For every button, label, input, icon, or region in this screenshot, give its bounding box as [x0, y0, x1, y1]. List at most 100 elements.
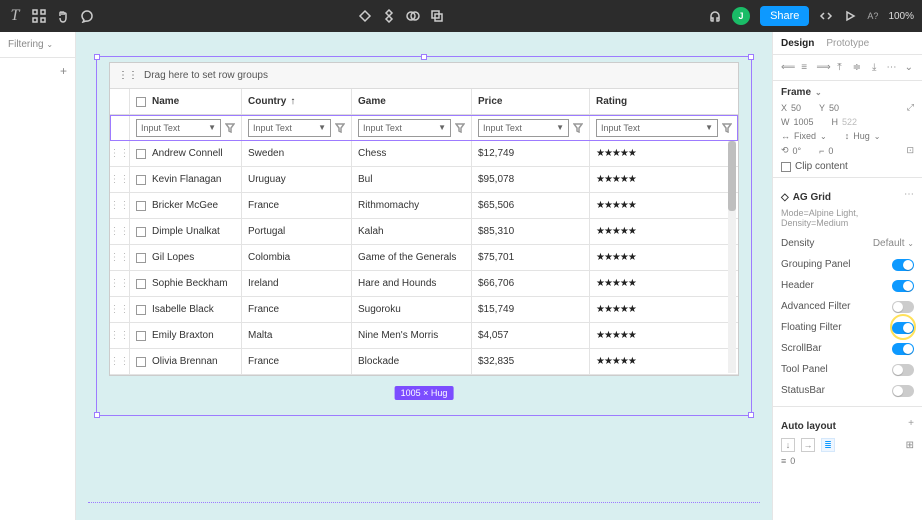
alignment-box-icon[interactable]: ⊞ — [906, 440, 914, 451]
row-drag-handle[interactable]: ⋮⋮ — [110, 323, 130, 348]
auto-layout-add-icon[interactable]: + — [908, 418, 914, 429]
share-button[interactable]: Share — [760, 6, 809, 26]
mask-icon[interactable] — [358, 9, 372, 23]
row-checkbox[interactable] — [136, 227, 146, 237]
user-avatar[interactable]: J — [732, 7, 750, 25]
direction-horizontal-icon[interactable]: → — [801, 438, 815, 452]
radius-icon[interactable]: ⌐ — [819, 146, 824, 156]
auto-layout-label[interactable]: Auto layout — [781, 421, 836, 432]
component-icon[interactable] — [382, 9, 396, 23]
table-row[interactable]: ⋮⋮Sophie BeckhamIrelandHare and Hounds$6… — [110, 271, 738, 297]
filter-input-rating[interactable]: Input Text▼ — [596, 119, 718, 137]
col-header-price[interactable]: Price — [478, 96, 502, 107]
filter-icon[interactable] — [335, 123, 345, 133]
boolean-icon[interactable] — [430, 9, 444, 23]
table-row[interactable]: ⋮⋮Olivia BrennanFranceBlockade$32,835★★★… — [110, 349, 738, 375]
row-drag-handle[interactable]: ⋮⋮ — [110, 167, 130, 192]
sort-asc-icon[interactable]: ↑ — [290, 96, 295, 107]
row-drag-handle[interactable]: ⋮⋮ — [110, 271, 130, 296]
resize-h-icon[interactable]: ↔ — [781, 131, 790, 141]
col-header-country[interactable]: Country — [248, 96, 286, 107]
row-checkbox[interactable] — [136, 149, 146, 159]
toggle-switch[interactable] — [892, 385, 914, 397]
comment-icon[interactable] — [80, 9, 94, 23]
frame-w[interactable]: 1005 — [794, 117, 814, 127]
component-options-icon[interactable]: ⋯ — [904, 189, 914, 200]
frame-section-label[interactable]: Frame — [781, 87, 811, 98]
row-drag-handle[interactable]: ⋮⋮ — [110, 193, 130, 218]
wrap-mode-icon[interactable]: ≣ — [821, 438, 835, 452]
table-row[interactable]: ⋮⋮Emily BraxtonMaltaNine Men's Morris$4,… — [110, 323, 738, 349]
row-drag-handle[interactable]: ⋮⋮ — [110, 297, 130, 322]
table-row[interactable]: ⋮⋮Andrew ConnellSwedenChess$12,749★★★★★ — [110, 141, 738, 167]
component-name[interactable]: AG Grid — [793, 192, 831, 203]
row-drag-handle[interactable]: ⋮⋮ — [110, 141, 130, 166]
tab-prototype[interactable]: Prototype — [826, 38, 869, 49]
row-drag-handle[interactable]: ⋮⋮ — [110, 245, 130, 270]
headphones-icon[interactable] — [708, 9, 722, 23]
col-header-game[interactable]: Game — [358, 96, 386, 107]
row-checkbox[interactable] — [136, 279, 146, 289]
filter-input-game[interactable]: Input Text▼ — [358, 119, 451, 137]
table-row[interactable]: ⋮⋮Gil LopesColombiaGame of the Generals$… — [110, 245, 738, 271]
row-checkbox[interactable] — [136, 331, 146, 341]
rotation-value[interactable]: 0° — [793, 146, 802, 156]
filter-icon[interactable] — [455, 123, 465, 133]
lock-aspect-icon[interactable]: ⤢ — [907, 102, 914, 113]
toggle-switch[interactable] — [892, 301, 914, 313]
filter-input-price[interactable]: Input Text▼ — [478, 119, 569, 137]
resize-v-icon[interactable]: ↕ — [845, 131, 850, 141]
filter-input-name[interactable]: Input Text▼ — [136, 119, 221, 137]
row-checkbox[interactable] — [136, 253, 146, 263]
zoom-level[interactable]: 100% — [888, 11, 914, 22]
ag-grid-frame[interactable]: ⋮⋮ Drag here to set row groups Name Coun… — [109, 62, 739, 376]
tab-design[interactable]: Design — [781, 38, 814, 49]
frame-h[interactable]: 522 — [842, 117, 857, 127]
resize-h[interactable]: Fixed — [794, 131, 816, 141]
frame-x[interactable]: 50 — [791, 103, 801, 113]
toggle-switch[interactable] — [892, 364, 914, 376]
density-value[interactable]: Default — [873, 238, 905, 249]
row-checkbox[interactable] — [136, 357, 146, 367]
clip-checkbox[interactable] — [781, 162, 791, 172]
text-tool-icon[interactable]: T — [8, 9, 22, 23]
row-group-panel[interactable]: ⋮⋮ Drag here to set row groups — [110, 63, 738, 89]
filter-input-country[interactable]: Input Text▼ — [248, 119, 331, 137]
col-header-name[interactable]: Name — [152, 96, 179, 107]
table-row[interactable]: ⋮⋮Isabelle BlackFranceSugoroku$15,749★★★… — [110, 297, 738, 323]
row-drag-handle[interactable]: ⋮⋮ — [110, 219, 130, 244]
vertical-scrollbar[interactable] — [728, 141, 736, 373]
blend-icon[interactable] — [406, 9, 420, 23]
hand-tool-icon[interactable] — [56, 9, 70, 23]
frame-y[interactable]: 50 — [829, 103, 839, 113]
direction-vertical-icon[interactable]: ↓ — [781, 438, 795, 452]
toggle-switch[interactable] — [892, 259, 914, 271]
row-checkbox[interactable] — [136, 201, 146, 211]
add-page-icon[interactable]: + — [60, 64, 67, 78]
toggle-switch[interactable] — [892, 343, 914, 355]
alignment-row[interactable]: ⟸≡⟹ ⤒≑⤓ ⋯⌄ — [781, 60, 914, 75]
toggle-switch[interactable] — [892, 322, 914, 334]
canvas[interactable]: ⋮⋮ Drag here to set row groups Name Coun… — [76, 32, 772, 520]
independent-corners-icon[interactable]: ⊡ — [906, 145, 914, 156]
table-row[interactable]: ⋮⋮Dimple UnalkatPortugalKalah$85,310★★★★… — [110, 219, 738, 245]
radius-value[interactable]: 0 — [828, 146, 833, 156]
table-row[interactable]: ⋮⋮Bricker McGeeFranceRithmomachy$65,506★… — [110, 193, 738, 219]
gap-value[interactable]: 0 — [790, 456, 795, 466]
gap-icon[interactable]: ≡ — [781, 456, 786, 466]
select-all-checkbox[interactable] — [136, 97, 146, 107]
toggle-switch[interactable] — [892, 280, 914, 292]
row-checkbox[interactable] — [136, 305, 146, 315]
col-header-rating[interactable]: Rating — [596, 96, 627, 107]
play-icon[interactable] — [843, 9, 857, 23]
rotation-icon[interactable]: ⟲ — [781, 145, 789, 156]
resize-v[interactable]: Hug — [853, 131, 870, 141]
filter-icon[interactable] — [722, 123, 732, 133]
filter-icon[interactable] — [573, 123, 583, 133]
table-row[interactable]: ⋮⋮Kevin FlanaganUruguayBul$95,078★★★★★ — [110, 167, 738, 193]
row-checkbox[interactable] — [136, 175, 146, 185]
row-drag-handle[interactable]: ⋮⋮ — [110, 349, 130, 374]
resources-icon[interactable] — [32, 9, 46, 23]
filter-icon[interactable] — [225, 123, 235, 133]
devmode-icon[interactable] — [819, 9, 833, 23]
